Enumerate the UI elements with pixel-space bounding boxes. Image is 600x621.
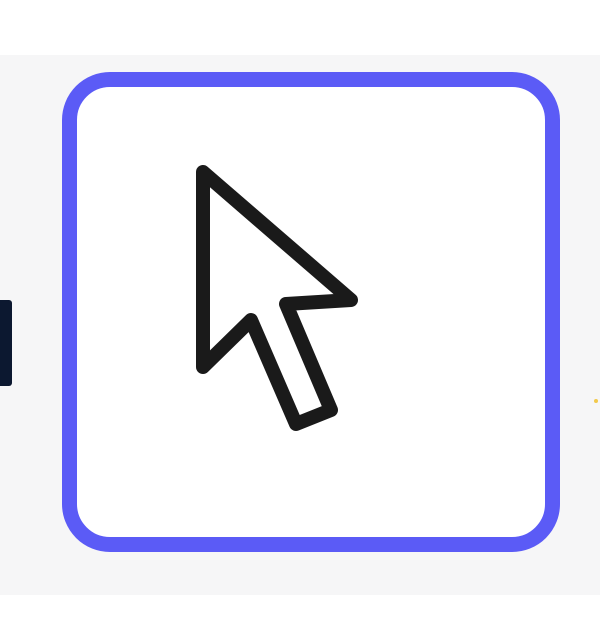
- next-tool-fragment: [594, 399, 598, 403]
- select-tool-button[interactable]: [62, 72, 560, 552]
- toolbar-zoom-view: [0, 0, 600, 621]
- previous-tool-fragment[interactable]: [0, 300, 12, 386]
- cursor-arrow-icon: [196, 165, 358, 431]
